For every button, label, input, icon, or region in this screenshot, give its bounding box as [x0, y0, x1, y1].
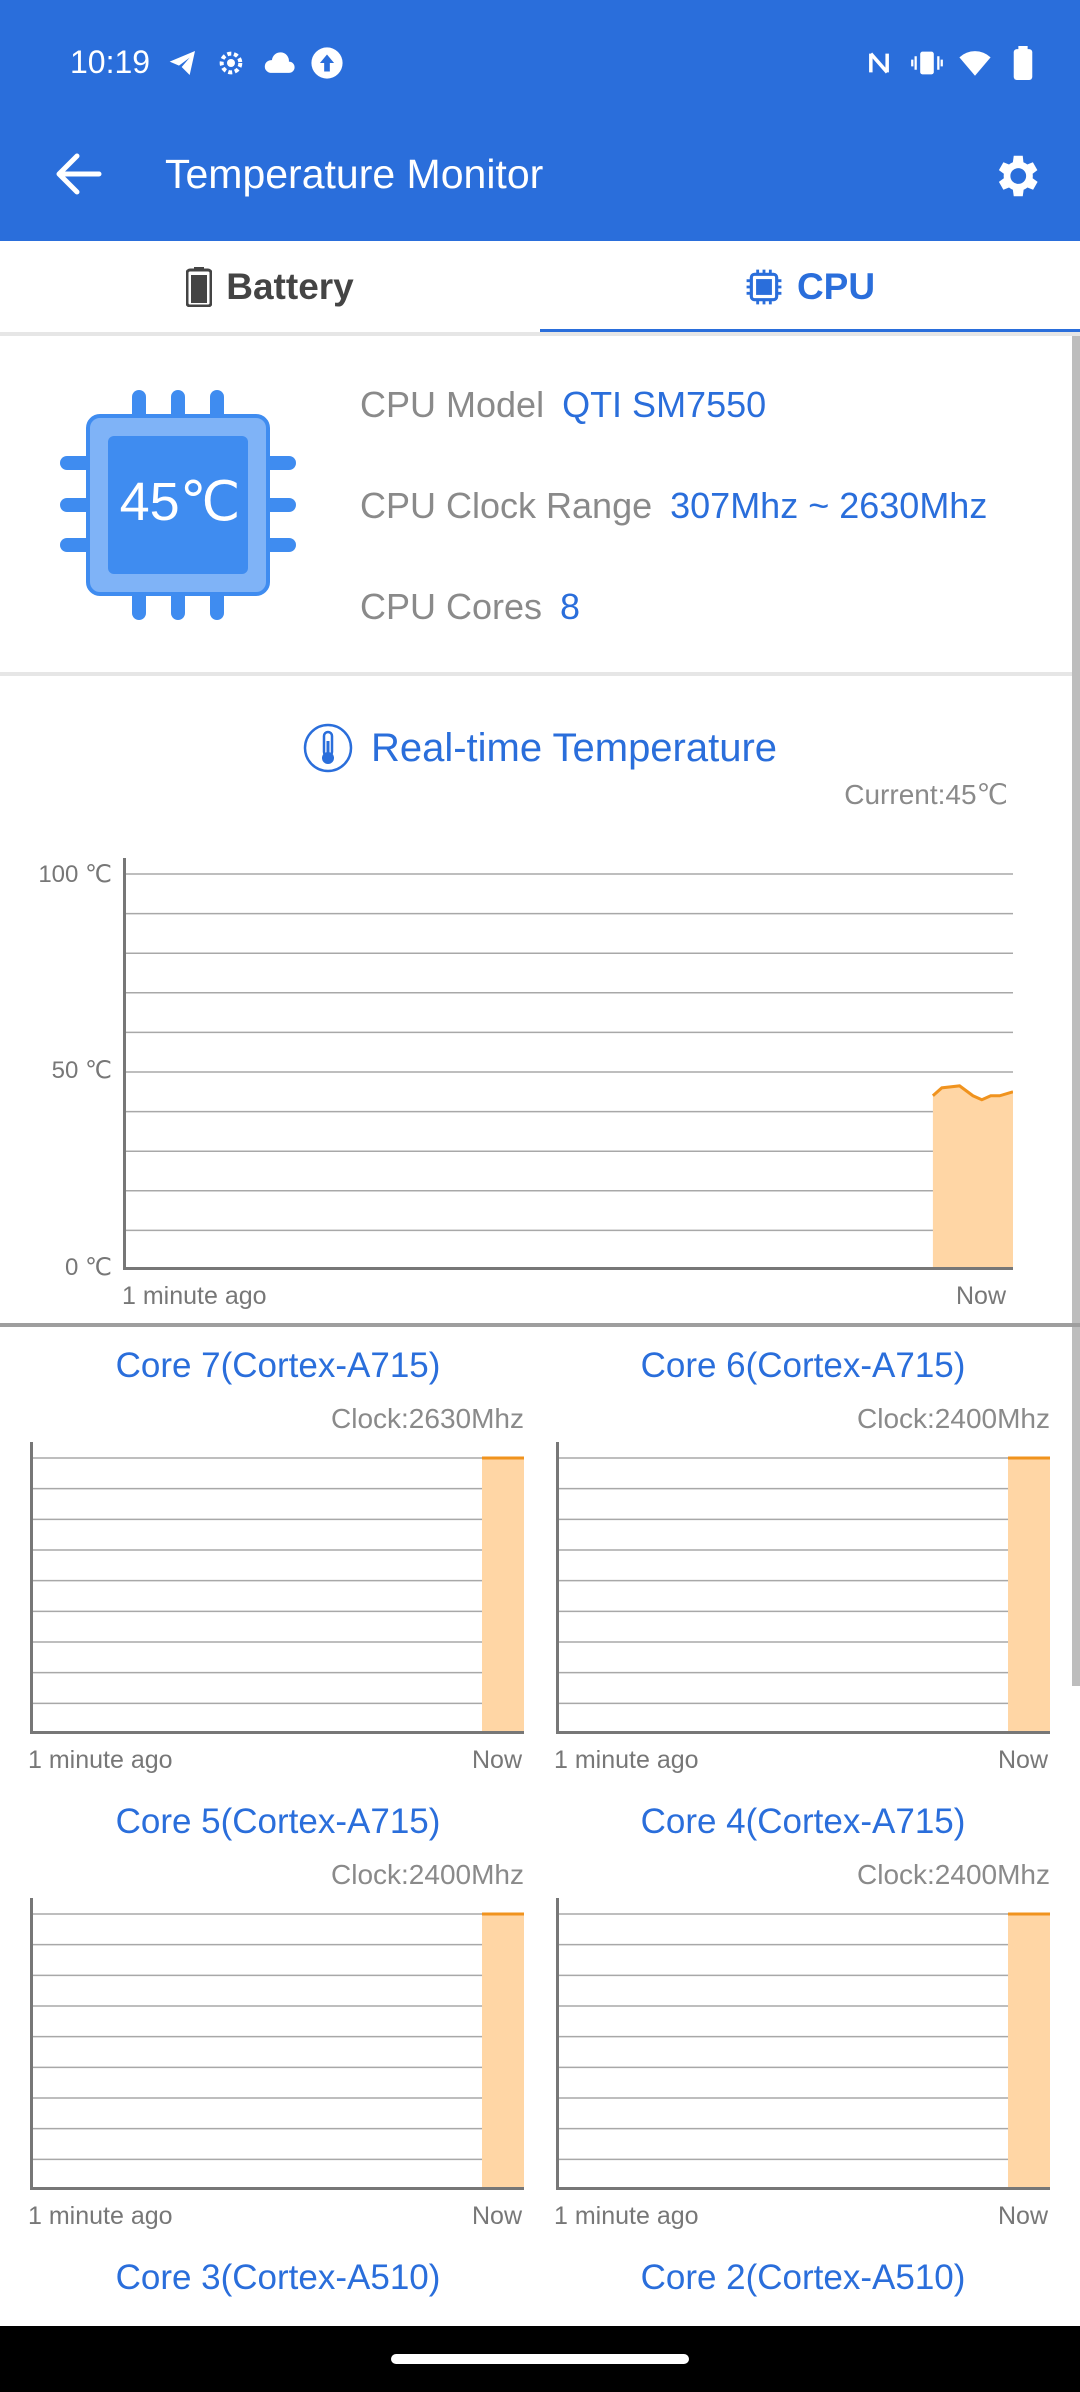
cpu-cores-label: CPU Cores — [360, 586, 543, 627]
core-7-clock: Clock:2630Mhz — [331, 1403, 524, 1434]
status-icons-left — [166, 46, 344, 80]
settings-button[interactable] — [980, 140, 1052, 212]
battery-icon — [1006, 46, 1040, 80]
realtime-title: Real-time Temperature — [370, 725, 778, 770]
arrow-back-icon — [56, 153, 102, 195]
thermometer-icon — [303, 723, 353, 773]
app-bar: 10:19 Temperature Monitor — [0, 0, 1080, 241]
core-7-x-start: 1 minute ago — [28, 1746, 173, 1774]
wifi-icon — [958, 46, 992, 80]
y-tick-100: 100 ℃ — [38, 861, 112, 888]
cpu-clock-value: 307Mhz ~ 2630Mhz — [670, 485, 988, 526]
nfc-icon — [862, 46, 896, 80]
y-tick-50: 50 ℃ — [51, 1057, 112, 1084]
page-title: Temperature Monitor — [165, 151, 544, 197]
core-6-title: Core 6(Cortex-A715) — [640, 1346, 966, 1385]
core-7-title: Core 7(Cortex-A715) — [115, 1346, 441, 1385]
scrollbar[interactable] — [1072, 336, 1080, 1686]
cpu-model-label: CPU Model — [360, 384, 545, 425]
core-5-chart — [30, 1898, 524, 2190]
cpu-model-value: QTI SM7550 — [562, 384, 767, 425]
home-gesture-handle[interactable] — [391, 2354, 689, 2364]
chip-icon — [746, 269, 782, 305]
back-button[interactable] — [44, 140, 112, 208]
gear-icon — [998, 155, 1038, 197]
settings-icon — [214, 46, 248, 80]
core-6-chart — [556, 1442, 1050, 1734]
core-6-x-start: 1 minute ago — [554, 1746, 699, 1774]
cpu-clock-row: CPU Clock Range 307Mhz ~ 2630Mhz — [360, 485, 987, 527]
core-2-title: Core 2(Cortex-A510) — [640, 2258, 966, 2297]
core-chart-4-area — [1008, 1914, 1050, 2187]
x-label-start: 1 minute ago — [122, 1282, 267, 1310]
temperature-chart — [123, 858, 1013, 1270]
current-temperature: Current:45℃ — [844, 779, 1008, 810]
core-chart-3-area — [482, 1914, 524, 2187]
telegram-icon — [166, 46, 200, 80]
core-chart-2-area — [1008, 1458, 1050, 1731]
cpu-temperature: 45℃ — [119, 472, 241, 532]
core-6-x-end: Now — [998, 1746, 1049, 1774]
realtime-header: Real-time Temperature — [0, 718, 1080, 778]
core-chart-1-area — [482, 1458, 524, 1731]
temperature-area — [932, 1085, 1013, 1267]
cpu-cores-row: CPU Cores 8 — [360, 586, 580, 628]
section-divider — [0, 1323, 1080, 1327]
core-4-x-start: 1 minute ago — [554, 2202, 699, 2230]
core-7-chart — [30, 1442, 524, 1734]
x-label-end: Now — [956, 1282, 1007, 1310]
tab-cpu-label: CPU — [796, 266, 876, 307]
cpu-cores-value: 8 — [560, 586, 581, 627]
status-time: 10:19 — [70, 44, 151, 80]
section-divider — [0, 672, 1072, 676]
core-4-title: Core 4(Cortex-A715) — [640, 1802, 966, 1841]
core-4-x-end: Now — [998, 2202, 1049, 2230]
battery-icon — [186, 267, 213, 307]
core-3-title: Core 3(Cortex-A510) — [115, 2258, 441, 2297]
upload-icon — [310, 46, 344, 80]
core-5-x-end: Now — [472, 2202, 523, 2230]
tab-bar: Battery CPU — [0, 241, 1080, 335]
cpu-clock-label: CPU Clock Range — [360, 485, 653, 526]
core-4-clock: Clock:2400Mhz — [857, 1859, 1050, 1890]
tab-battery[interactable]: Battery — [0, 241, 540, 333]
tab-battery-label: Battery — [226, 266, 354, 307]
tab-cpu[interactable]: CPU — [540, 241, 1080, 333]
status-icons-right — [862, 46, 1040, 80]
core-5-clock: Clock:2400Mhz — [331, 1859, 524, 1890]
cpu-model-row: CPU Model QTI SM7550 — [360, 384, 766, 426]
core-7-x-end: Now — [472, 1746, 523, 1774]
cloud-icon — [262, 46, 296, 80]
core-6-clock: Clock:2400Mhz — [857, 1403, 1050, 1434]
vibrate-icon — [910, 46, 944, 80]
core-5-x-start: 1 minute ago — [28, 2202, 173, 2230]
core-4-chart — [556, 1898, 1050, 2190]
core-5-title: Core 5(Cortex-A715) — [115, 1802, 441, 1841]
y-tick-0: 0 ℃ — [65, 1254, 112, 1281]
